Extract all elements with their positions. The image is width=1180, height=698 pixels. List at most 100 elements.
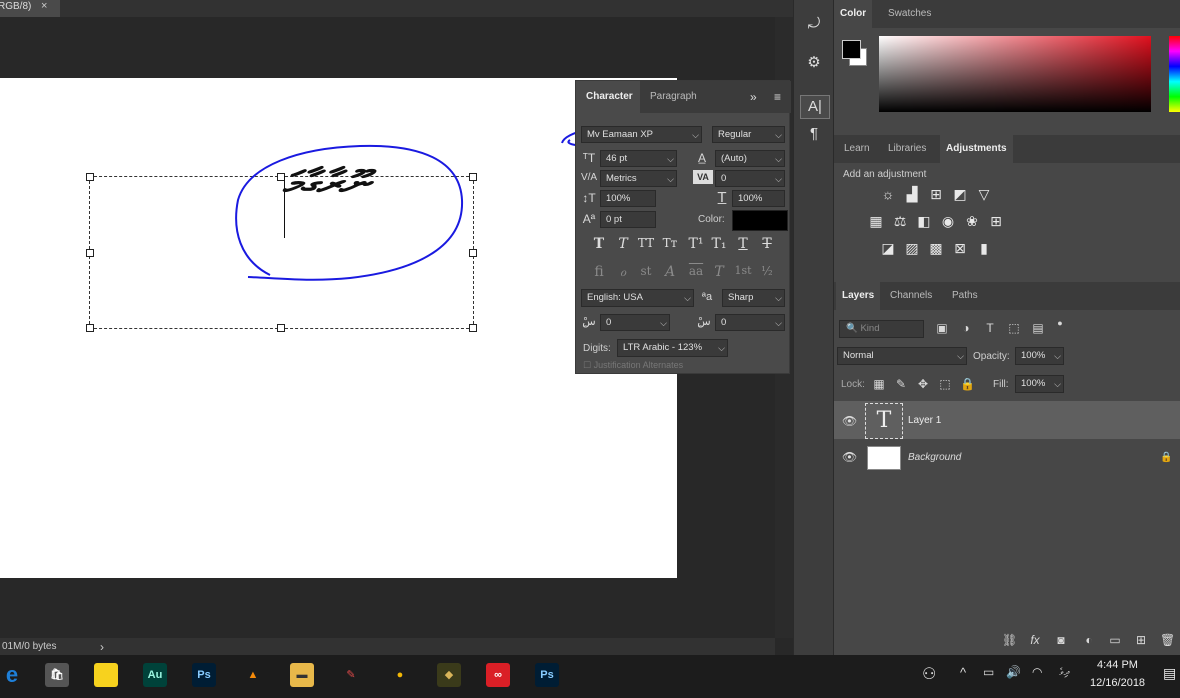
taskbar-app-audition-icon[interactable]: Au [143,663,167,687]
exposure-icon[interactable]: ◩ [951,186,969,202]
faux-bold-button[interactable]: T [589,236,609,252]
taskbar-app-photoshop-2-icon[interactable]: Ps [535,663,559,687]
tab-paragraph[interactable]: Paragraph [650,81,697,113]
foreground-color-swatch[interactable] [842,40,861,59]
taskbar-app-sticky-notes-icon[interactable] [94,663,118,687]
levels-icon[interactable]: ▟ [903,186,921,202]
battery-icon[interactable]: ▭ [983,665,994,679]
add-mask-icon[interactable]: ◙ [1054,633,1068,647]
font-style-select[interactable]: Regular ⌵ [712,126,785,143]
contextual-alternates-button[interactable]: ℴ [613,264,633,280]
layer-filter-select[interactable]: 🔍 Kind [839,320,924,338]
lock-artboard-icon[interactable]: ⬚ [938,377,952,391]
layer-style-icon[interactable]: fx [1028,633,1042,647]
fill-field[interactable]: 100% ⌵ [1015,375,1064,393]
ordinals-button[interactable]: 1st [733,264,753,277]
tab-libraries[interactable]: Libraries [882,135,932,163]
panel-collapse-icon[interactable]: » [750,81,757,113]
selective-color-icon[interactable]: ⊠ [951,240,969,256]
tab-adjustments[interactable]: Adjustments [940,135,1013,163]
tab-layers[interactable]: Layers [836,282,881,310]
threshold-icon[interactable]: ▩ [927,240,945,256]
tracking-field[interactable]: 0 ⌵ [715,170,785,187]
tab-character[interactable]: Character [576,81,640,113]
volume-icon[interactable]: 🔊 [1006,665,1021,679]
gradient-map-icon[interactable]: ▮ [975,240,993,256]
kashida-field-left[interactable]: 0 ⌵ [600,314,670,331]
language-select[interactable]: English: USA ⌵ [581,289,694,307]
hue-saturation-icon[interactable]: ▦ [867,213,885,229]
leading-field[interactable]: (Auto) ⌵ [715,150,785,167]
font-family-select[interactable]: Mv Eamaan XP ⌵ [581,126,702,143]
font-size-field[interactable]: 46 pt ⌵ [600,150,677,167]
baseline-shift-field[interactable]: 0 pt [600,211,656,228]
action-center-icon[interactable]: ▤ [1163,665,1176,682]
tray-chevron-up-icon[interactable]: ^ [960,665,966,680]
taskbar-app-store-icon[interactable]: 🛍 [45,663,69,687]
color-balance-icon[interactable]: ⚖ [891,213,909,229]
strikethrough-button[interactable]: T [757,236,777,252]
filter-shape-icon[interactable]: ⬚ [1006,321,1022,335]
ime-language-indicator[interactable]: ދިވެ [1059,667,1069,678]
posterize-icon[interactable]: ▨ [903,240,921,256]
justification-alternates-checkbox[interactable]: ☐ Justification Alternates [583,360,683,371]
small-caps-button[interactable]: Tт [660,236,680,250]
lock-all-icon[interactable]: 🔒 [960,377,975,391]
panel-menu-icon[interactable]: ≡ [774,81,781,113]
visibility-eye-icon[interactable]: 👁 [842,450,857,464]
delete-layer-icon[interactable]: 🗑 [1160,633,1175,647]
vertical-scale-field[interactable]: 100% [600,190,656,207]
filter-adjustment-icon[interactable]: ◑ [958,321,974,335]
hue-slider[interactable] [1169,36,1180,112]
swash-button[interactable]: A [660,264,680,280]
tab-channels[interactable]: Channels [884,282,938,310]
taskbar-app-edge-icon[interactable]: e [0,663,24,687]
wifi-icon[interactable]: ◠ [1032,665,1042,679]
new-layer-icon[interactable]: ⊞ [1134,633,1148,647]
tab-color[interactable]: Color [834,0,873,28]
color-lookup-icon[interactable]: ⊞ [987,213,1005,229]
text-color-swatch[interactable] [732,210,788,231]
blend-mode-select[interactable]: Normal ⌵ [837,347,967,365]
taskbar-app-creative-cloud-icon[interactable]: ∞ [486,663,510,687]
new-adjustment-layer-icon[interactable]: ◐ [1082,633,1096,647]
filter-pixel-icon[interactable]: ▣ [934,321,950,335]
photo-filter-icon[interactable]: ◉ [939,213,957,229]
ligatures-button[interactable]: ﬁ [589,264,609,280]
subscript-button[interactable]: T₁ [709,236,729,252]
link-layers-icon[interactable]: ⛓ [1002,633,1017,647]
history-icon[interactable]: ⤾ [800,13,828,35]
visibility-eye-icon[interactable]: 👁 [842,414,857,428]
character-panel-icon[interactable]: A| [800,95,830,119]
filter-type-icon[interactable]: T [982,321,998,335]
brightness-icon[interactable]: ☼ [879,186,897,202]
new-group-icon[interactable]: ▭ [1108,633,1122,647]
all-caps-button[interactable]: TT [636,236,656,250]
filter-smart-object-icon[interactable]: ▤ [1030,321,1046,335]
status-arrow-icon[interactable]: › [100,640,104,654]
tab-paths[interactable]: Paths [946,282,984,310]
taskbar-app-paint-icon[interactable]: ✎ [339,663,363,687]
kashida-field-right[interactable]: 0 ⌵ [715,314,785,331]
superscript-button[interactable]: T¹ [686,236,706,252]
channel-mixer-icon[interactable]: ❀ [963,213,981,229]
opacity-field[interactable]: 100% ⌵ [1015,347,1064,365]
clock-date[interactable]: 12/16/2018 [1090,677,1145,689]
layer-name[interactable]: Background [908,452,961,463]
titling-alternates-button[interactable]: T [709,264,729,280]
invert-icon[interactable]: ◪ [879,240,897,256]
vibrance-icon[interactable]: ▽ [975,186,993,202]
lock-image-icon[interactable]: ✎ [894,377,908,391]
paragraph-panel-icon[interactable]: ¶ [800,123,828,145]
kerning-select[interactable]: Metrics ⌵ [600,170,677,187]
antialias-select[interactable]: Sharp ⌵ [722,289,785,307]
taskbar-app-chrome-icon[interactable]: ● [388,663,412,687]
people-icon[interactable]: ⚇ [922,664,936,684]
layer-name[interactable]: Layer 1 [908,415,941,426]
horizontal-scale-field[interactable]: 100% [732,190,785,207]
lock-transparent-icon[interactable]: ▦ [872,377,886,391]
properties-icon[interactable]: ⚙ [800,52,828,74]
color-picker-field[interactable] [879,36,1151,112]
curves-icon[interactable]: ⊞ [927,186,945,202]
taskbar-app-photoshop-icon[interactable]: Ps [192,663,216,687]
